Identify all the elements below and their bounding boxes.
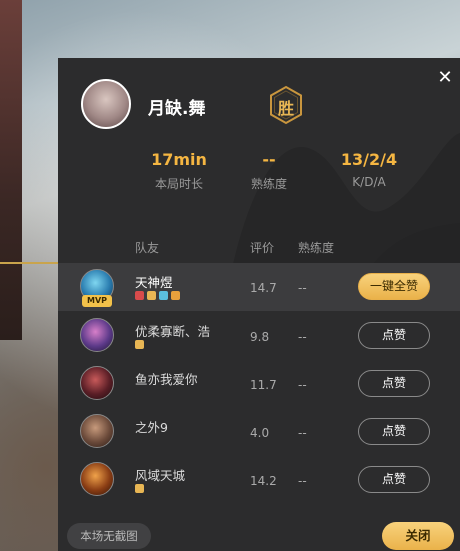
teammate-score: 4.0 xyxy=(250,426,270,440)
teammate-proficiency: -- xyxy=(298,330,307,344)
like-button[interactable]: 点赞 xyxy=(358,466,430,493)
teammate-score: 14.2 xyxy=(250,474,277,488)
stat-kda-value: 13/2/4 xyxy=(340,150,398,169)
teammate-name: 优柔寡断、浩 xyxy=(135,324,211,339)
close-button[interactable]: 关闭 xyxy=(382,522,454,550)
background-accent-line xyxy=(0,262,60,264)
like-button[interactable]: 点赞 xyxy=(358,370,430,397)
header-teammate: 队友 xyxy=(135,241,160,255)
tag-icon xyxy=(135,340,144,349)
tag-icon xyxy=(147,291,156,300)
teammate-proficiency: -- xyxy=(298,474,307,488)
hero-portrait xyxy=(80,366,114,400)
teammate-proficiency: -- xyxy=(298,426,307,440)
hero-portrait xyxy=(80,414,114,448)
background-window-strip xyxy=(0,0,22,340)
teammate-row: MVP 天神煜 14.7 -- 一键全赞 xyxy=(58,263,460,311)
like-button[interactable]: 点赞 xyxy=(358,322,430,349)
teammate-name: 鱼亦我爱你 xyxy=(135,372,198,387)
stat-kda: 13/2/4 K/D/A xyxy=(314,150,424,189)
teammate-row: 风域天城 14.2 -- 点赞 xyxy=(58,456,460,504)
player-avatar xyxy=(81,79,131,129)
hero-portrait xyxy=(80,462,114,496)
close-icon[interactable]: ✕ xyxy=(435,68,455,88)
stat-proficiency: -- 熟练度 xyxy=(214,150,324,192)
teammate-name: 风域天城 xyxy=(135,468,186,483)
stat-proficiency-label: 熟练度 xyxy=(250,177,287,191)
no-screenshot-label: 本场无截图 xyxy=(67,523,151,549)
teammate-tags xyxy=(135,340,144,350)
teammate-proficiency: -- xyxy=(298,378,307,392)
win-badge: 胜 xyxy=(268,85,304,125)
crown-icon xyxy=(171,291,180,300)
teammate-score: 9.8 xyxy=(250,330,270,344)
teammate-name: 天神煜 xyxy=(135,275,173,290)
stat-proficiency-value: -- xyxy=(262,150,276,169)
hero-portrait xyxy=(80,318,114,352)
like-button[interactable]: 点赞 xyxy=(358,418,430,445)
stat-kda-label: K/D/A xyxy=(352,175,386,189)
teammate-score: 14.7 xyxy=(250,281,277,295)
tag-icon xyxy=(135,484,144,493)
player-name: 月缺.舞 xyxy=(148,99,206,119)
header-proficiency: 熟练度 xyxy=(298,241,335,255)
teammate-row: 优柔寡断、浩 9.8 -- 点赞 xyxy=(58,312,460,360)
mvp-badge: MVP xyxy=(82,295,112,307)
teammate-name: 之外9 xyxy=(135,420,168,435)
teammate-row: 鱼亦我爱你 11.7 -- 点赞 xyxy=(58,360,460,408)
tag-icon xyxy=(135,291,144,300)
match-result-panel: ✕ 月缺.舞 胜 17min 本局时长 -- 熟练度 13/2/4 K/D/A … xyxy=(58,58,460,551)
tag-icon xyxy=(159,291,168,300)
like-all-button[interactable]: 一键全赞 xyxy=(358,273,430,300)
teammate-score: 11.7 xyxy=(250,378,277,392)
teammate-proficiency: -- xyxy=(298,281,307,295)
header-rating: 评价 xyxy=(250,241,275,255)
win-label: 胜 xyxy=(277,99,294,118)
teammate-row: 之外9 4.0 -- 点赞 xyxy=(58,408,460,456)
teammate-tags xyxy=(135,291,180,301)
teammate-tags xyxy=(135,484,144,494)
